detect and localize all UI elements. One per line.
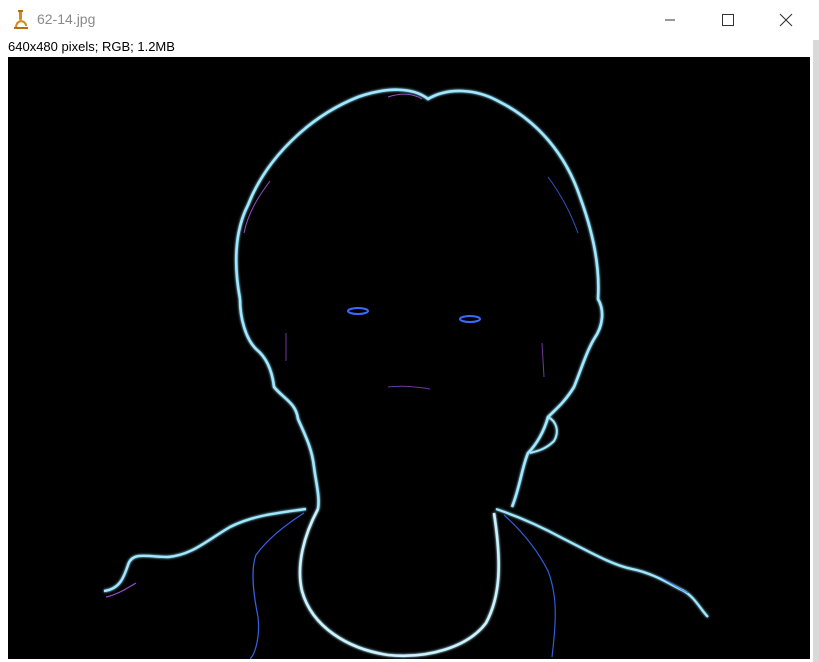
left-face-contour [238,298,320,510]
maximize-icon [722,14,734,26]
maximize-button[interactable] [699,0,757,40]
mouth-hint [387,385,431,390]
eyes [347,307,481,323]
left-collar-contour [249,512,305,659]
edge-detected-image [103,88,709,659]
color-fringe [105,93,689,598]
head-contour [234,88,604,508]
window-title: 62-14.jpg [37,11,96,27]
neckline-contour [298,508,500,657]
close-button[interactable] [757,0,815,40]
minimize-button[interactable] [641,0,699,40]
close-icon [779,13,793,27]
right-collar-contour [503,514,556,658]
image-window: 62-14.jpg 640x480 pixels; RGB; 1.2MB [0,0,818,662]
image-info-label: 640x480 pixels; RGB; 1.2MB [8,39,175,54]
microscope-icon [13,10,29,30]
right-cheek-hint [541,342,545,378]
right-shoulder-contour [495,507,709,618]
left-shoulder-contour [103,507,307,593]
window-edge-strip [813,40,819,662]
title-bar[interactable]: 62-14.jpg [0,0,818,40]
minimize-icon [665,19,675,21]
image-canvas[interactable] [8,57,810,659]
